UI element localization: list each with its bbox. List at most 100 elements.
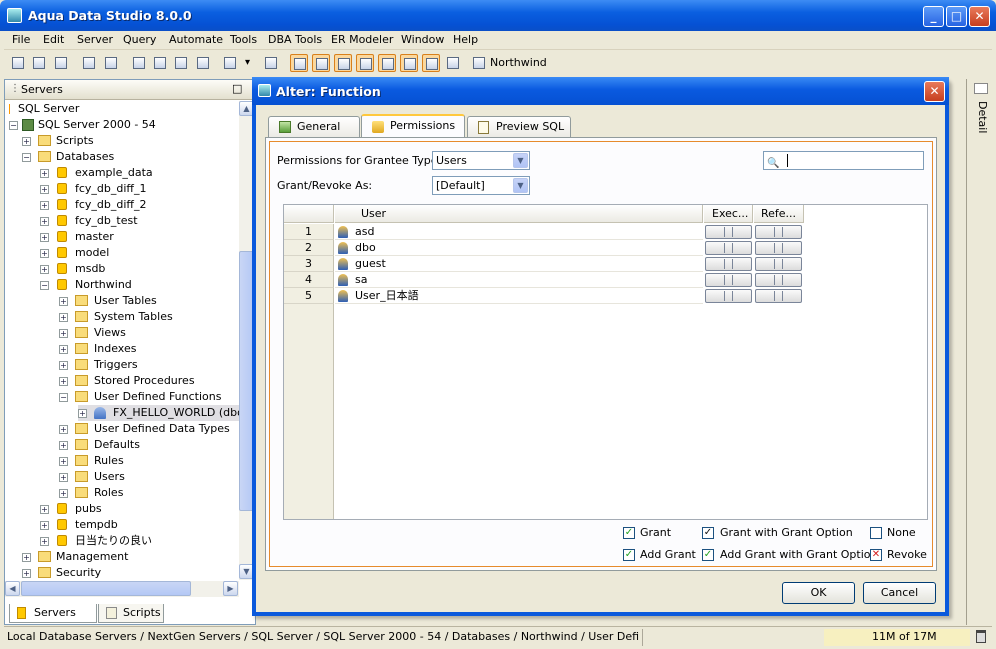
garbage-collect-trash-icon[interactable] — [976, 630, 986, 643]
row-number[interactable]: 3 — [284, 256, 334, 272]
column-header-references[interactable]: Refe... — [754, 205, 804, 223]
menu-window[interactable]: Window — [401, 33, 444, 46]
row-number[interactable]: 2 — [284, 240, 334, 256]
collapse-toggle[interactable]: − — [40, 281, 49, 290]
table-row[interactable]: sa — [335, 272, 703, 288]
expand-toggle[interactable]: + — [40, 505, 49, 514]
expand-toggle[interactable]: + — [40, 169, 49, 178]
references-permission-toggle[interactable] — [755, 257, 802, 271]
grant-revoke-select[interactable]: [Default] ▼ — [432, 176, 530, 195]
tab-preview-sql[interactable]: Preview SQL — [467, 116, 571, 137]
expand-toggle[interactable]: + — [22, 553, 31, 562]
row-number[interactable]: 5 — [284, 288, 334, 304]
menu-er-modeler[interactable]: ER Modeler — [331, 33, 393, 46]
expand-toggle[interactable]: + — [59, 489, 68, 498]
expand-toggle[interactable]: + — [59, 377, 68, 386]
execute-permission-toggle[interactable] — [705, 241, 752, 255]
scroll-thumb[interactable] — [21, 581, 191, 596]
database-connection-icon[interactable] — [470, 54, 488, 72]
expand-toggle[interactable]: + — [40, 201, 49, 210]
new-query-icon[interactable] — [9, 54, 27, 72]
compare-icon[interactable] — [194, 54, 212, 72]
expand-toggle[interactable]: + — [59, 361, 68, 370]
expand-toggle[interactable]: + — [59, 345, 68, 354]
column-header-user[interactable]: User — [335, 205, 703, 223]
print-icon[interactable] — [262, 54, 280, 72]
tab-general[interactable]: General — [268, 116, 360, 137]
tree-view-icon[interactable] — [400, 54, 418, 72]
close-button[interactable]: ✕ — [969, 6, 990, 27]
history-icon[interactable] — [221, 54, 239, 72]
expand-toggle[interactable]: + — [22, 137, 31, 146]
connection-label[interactable]: Northwind — [490, 56, 547, 69]
column-header-execute[interactable]: Exec... — [704, 205, 753, 223]
schema-icon[interactable] — [130, 54, 148, 72]
references-permission-toggle[interactable] — [755, 241, 802, 255]
row-number[interactable]: 4 — [284, 272, 334, 288]
execute-permission-toggle[interactable] — [705, 257, 752, 271]
menu-help[interactable]: Help — [453, 33, 478, 46]
grid-view-icon[interactable] — [290, 54, 308, 72]
collapse-toggle[interactable]: − — [22, 153, 31, 162]
execute-permission-toggle[interactable] — [705, 289, 752, 303]
pivot-view-icon[interactable] — [356, 54, 374, 72]
table-row[interactable]: guest — [335, 256, 703, 272]
toolbar-dropdown-arrow[interactable]: ▾ — [245, 57, 250, 68]
detail-tab[interactable]: Detail — [976, 101, 989, 133]
table-icon[interactable] — [151, 54, 169, 72]
save-icon[interactable] — [52, 54, 70, 72]
tab-permissions[interactable]: Permissions — [361, 114, 465, 138]
row-number[interactable]: 1 — [284, 224, 334, 240]
table-row[interactable]: dbo — [335, 240, 703, 256]
expand-toggle[interactable]: + — [40, 217, 49, 226]
maximize-button[interactable]: □ — [946, 6, 967, 27]
text-view-icon[interactable] — [334, 54, 352, 72]
expand-toggle[interactable]: + — [40, 537, 49, 546]
view-icon[interactable] — [172, 54, 190, 72]
table-row[interactable]: User_日本語 — [335, 288, 703, 304]
expand-toggle[interactable]: + — [59, 313, 68, 322]
chart-view-icon[interactable] — [378, 54, 396, 72]
expand-toggle[interactable]: + — [59, 425, 68, 434]
tree-node-fx-hello-world[interactable]: + FX_HELLO_WORLD (dbo) — [78, 405, 239, 421]
table-row[interactable]: asd — [335, 224, 703, 240]
tree-horizontal-scrollbar[interactable]: ◀ ▶ — [5, 581, 239, 597]
connect-icon[interactable] — [80, 54, 98, 72]
references-permission-toggle[interactable] — [755, 289, 802, 303]
expand-toggle[interactable]: + — [59, 441, 68, 450]
dialog-title-bar[interactable]: Alter: Function ✕ — [252, 77, 949, 105]
search-input[interactable]: 🔍 — [763, 151, 924, 170]
execute-permission-toggle[interactable] — [705, 225, 752, 239]
chevron-down-icon[interactable]: ▼ — [513, 178, 528, 193]
main-title-bar[interactable]: Aqua Data Studio 8.0.0 _ □ ✕ — [0, 0, 996, 31]
expand-toggle[interactable]: + — [59, 329, 68, 338]
menu-file[interactable]: File — [12, 33, 30, 46]
expand-toggle[interactable]: + — [59, 297, 68, 306]
ok-button[interactable]: OK — [782, 582, 855, 604]
open-icon[interactable] — [30, 54, 48, 72]
expand-toggle[interactable]: + — [78, 409, 87, 418]
chevron-down-icon[interactable]: ▼ — [513, 153, 528, 168]
scroll-left-arrow-icon[interactable]: ◀ — [5, 581, 20, 596]
expand-toggle[interactable]: + — [59, 473, 68, 482]
split-view-icon[interactable] — [312, 54, 330, 72]
menu-edit[interactable]: Edit — [43, 33, 64, 46]
collapse-toggle[interactable]: − — [59, 393, 68, 402]
grantee-type-select[interactable]: Users ▼ — [432, 151, 530, 170]
expand-toggle[interactable]: + — [40, 185, 49, 194]
result-view-icon[interactable] — [422, 54, 440, 72]
menu-query[interactable]: Query — [123, 33, 156, 46]
expand-toggle[interactable]: + — [40, 249, 49, 258]
menu-automate[interactable]: Automate — [169, 33, 223, 46]
expand-toggle[interactable]: + — [22, 569, 31, 578]
execute-permission-toggle[interactable] — [705, 273, 752, 287]
tab-scripts[interactable]: Scripts — [98, 604, 164, 623]
references-permission-toggle[interactable] — [755, 225, 802, 239]
expand-toggle[interactable]: + — [59, 457, 68, 466]
references-permission-toggle[interactable] — [755, 273, 802, 287]
expand-toggle[interactable]: + — [40, 233, 49, 242]
collapse-toggle[interactable]: − — [9, 121, 18, 130]
scroll-right-arrow-icon[interactable]: ▶ — [223, 581, 238, 596]
layout-icon[interactable] — [444, 54, 462, 72]
menu-tools[interactable]: Tools — [230, 33, 257, 46]
